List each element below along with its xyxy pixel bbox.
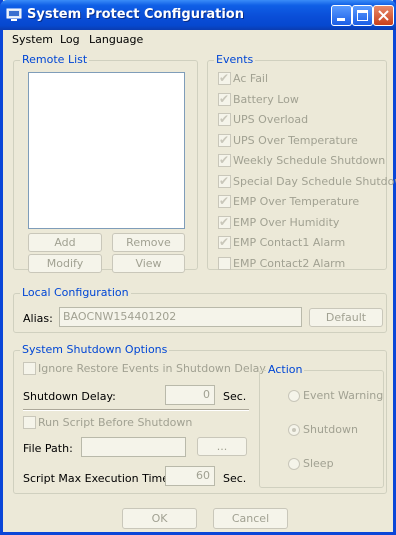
checkbox[interactable]: [23, 416, 36, 429]
alias-label: Alias:: [23, 312, 53, 325]
checkbox-label: Weekly Schedule Shutdown: [233, 154, 386, 167]
checkmark-icon: ✔: [219, 215, 230, 229]
menu-system[interactable]: System: [12, 33, 53, 46]
system-protect-window: System Protect Configuration System Log …: [0, 0, 396, 535]
checkbox[interactable]: ✔: [218, 153, 231, 167]
checkbox[interactable]: [23, 362, 36, 375]
ok-button[interactable]: OK: [122, 508, 197, 529]
browse-button[interactable]: ...: [197, 437, 247, 456]
file-path-label: File Path:: [23, 442, 73, 455]
checkmark-icon: ✔: [219, 194, 230, 208]
radio-label: Event Warning: [303, 389, 384, 402]
maximize-icon: [357, 10, 368, 21]
menu-bar: System Log Language: [3, 30, 393, 48]
checkmark-icon: ✔: [219, 133, 230, 147]
checkbox[interactable]: ✔: [218, 112, 231, 126]
local-configuration-legend: Local Configuration: [20, 286, 131, 299]
close-button[interactable]: [373, 5, 394, 26]
checkbox-label: EMP Over Temperature: [233, 195, 360, 208]
radio-button[interactable]: [288, 424, 300, 436]
separator: [23, 409, 249, 411]
shutdown-delay-label: Shutdown Delay:: [23, 390, 116, 403]
radio-label: Sleep: [303, 457, 334, 470]
title-bar[interactable]: System Protect Configuration: [0, 0, 396, 30]
checkbox[interactable]: ✔: [218, 71, 231, 85]
default-button[interactable]: Default: [309, 308, 383, 327]
checkbox[interactable]: ✔: [218, 215, 231, 229]
script-max-execution-time-label: Script Max Execution Time:: [23, 472, 173, 485]
checkmark-icon: ✔: [219, 92, 230, 106]
checkbox-label: Ac Fail: [233, 72, 269, 85]
radio-label: Shutdown: [303, 423, 358, 436]
action-legend: Action: [266, 363, 305, 376]
file-path-field[interactable]: [81, 437, 186, 457]
checkbox-label: Battery Low: [233, 93, 299, 106]
alias-field[interactable]: BAOCNW154401202: [59, 307, 302, 327]
shutdown-delay-unit: Sec.: [223, 390, 247, 403]
minimize-button[interactable]: [331, 5, 352, 26]
modify-button[interactable]: Modify: [28, 254, 102, 273]
remote-list-legend: Remote List: [20, 53, 90, 66]
checkmark-icon: ✔: [219, 71, 230, 85]
cancel-button[interactable]: Cancel: [213, 508, 288, 529]
checkbox[interactable]: ✔: [218, 235, 231, 249]
window-title: System Protect Configuration: [27, 7, 244, 22]
checkmark-icon: ✔: [219, 235, 230, 249]
checkbox[interactable]: ✔: [218, 133, 231, 147]
checkbox-label: Run Script Before Shutdown: [38, 416, 193, 429]
shutdown-delay-field[interactable]: 0: [165, 385, 215, 405]
menu-log[interactable]: Log: [60, 33, 80, 46]
app-icon: [6, 8, 22, 21]
checkbox-label: EMP Contact2 Alarm: [233, 257, 346, 270]
add-button[interactable]: Add: [28, 233, 102, 252]
radio-button[interactable]: [288, 458, 300, 470]
checkbox-label: EMP Contact1 Alarm: [233, 236, 346, 249]
checkmark-icon: ✔: [219, 112, 230, 126]
checkbox-label: EMP Over Humidity: [233, 216, 340, 229]
view-button[interactable]: View: [112, 254, 185, 273]
events-legend: Events: [214, 53, 256, 66]
checkmark-icon: ✔: [219, 153, 230, 167]
minimize-icon: [337, 18, 345, 21]
script-max-execution-time-field[interactable]: 60: [165, 466, 215, 486]
checkmark-icon: ✔: [219, 174, 230, 188]
menu-language[interactable]: Language: [89, 33, 143, 46]
checkbox[interactable]: ✔: [218, 194, 231, 208]
close-icon: [378, 10, 389, 21]
checkbox-label: UPS Over Temperature: [233, 134, 358, 147]
script-max-execution-time-unit: Sec.: [223, 472, 247, 485]
radio-button[interactable]: [288, 390, 300, 402]
checkbox-label: UPS Overload: [233, 113, 309, 126]
checkbox[interactable]: ✔: [218, 92, 231, 106]
remote-list-box[interactable]: [28, 72, 185, 229]
system-shutdown-options-legend: System Shutdown Options: [20, 343, 170, 356]
checkbox-label: Ignore Restore Events in Shutdown Delay: [38, 362, 266, 375]
checkbox[interactable]: [218, 257, 231, 270]
checkbox[interactable]: ✔: [218, 174, 231, 188]
remove-button[interactable]: Remove: [112, 233, 185, 252]
radio-selected-dot: [292, 428, 296, 432]
maximize-button[interactable]: [352, 5, 373, 26]
checkbox-label: Special Day Schedule Shutdown: [233, 175, 396, 188]
